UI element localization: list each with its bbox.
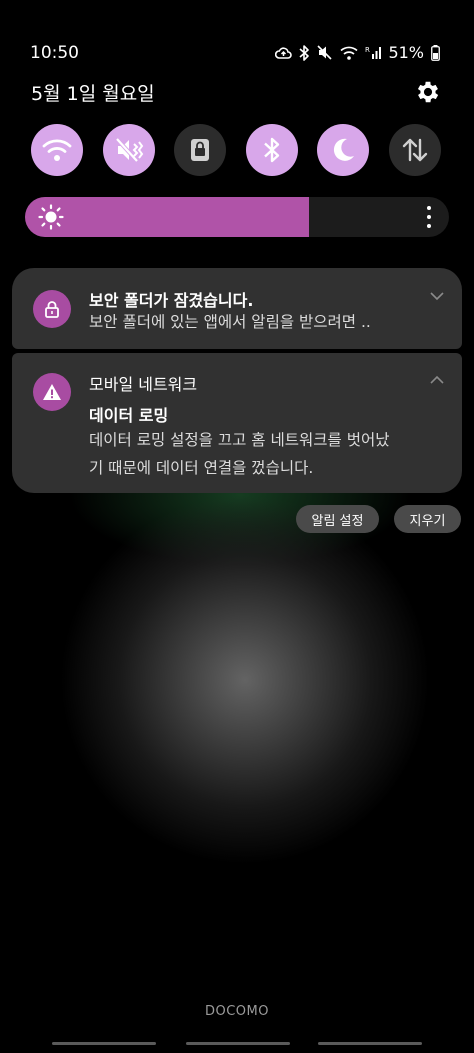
data-arrows-icon — [402, 138, 428, 162]
mute-icon — [317, 45, 333, 60]
wifi-icon — [42, 139, 72, 161]
carrier-label: DOCOMO — [204, 1004, 269, 1019]
clock: 10:50 — [30, 43, 79, 63]
bluetooth-icon — [263, 137, 279, 163]
more-options-icon[interactable] — [426, 206, 432, 228]
notification-settings-button[interactable]: 알림 설정 — [296, 505, 379, 533]
notification-text-line1: 데이터 로밍 설정을 끄고 홈 네트워크를 벗어났 — [89, 431, 390, 449]
svg-text:R: R — [365, 46, 370, 54]
battery-percent: 51% — [388, 43, 424, 62]
qs-secure-folder-button[interactable] — [174, 124, 227, 176]
bluetooth-icon — [299, 44, 310, 61]
notification-mobile-network[interactable]: 모바일 네트워크 데이터 로밍 데이터 로밍 설정을 끄고 홈 네트워크를 벗어… — [12, 353, 462, 493]
secure-folder-app-icon — [33, 290, 71, 328]
moon-icon — [334, 138, 355, 161]
battery-icon — [431, 44, 440, 61]
nav-bar-right — [318, 1042, 422, 1045]
mute-vibrate-icon — [115, 137, 143, 163]
nav-bar-left — [52, 1042, 156, 1045]
cloud-upload-icon — [275, 46, 293, 59]
chevron-up-icon[interactable] — [430, 375, 444, 385]
notification-secure-folder[interactable]: 보안 폴더가 잠겼습니다. 보안 폴더에 있는 앱에서 알림을 받으려면 .. — [12, 268, 462, 349]
notification-text: 보안 폴더에 있는 앱에서 알림을 받으려면 .. — [89, 313, 371, 331]
chevron-down-icon[interactable] — [430, 291, 444, 301]
roaming-signal-icon: R — [365, 46, 382, 59]
nav-bar-center — [186, 1042, 290, 1045]
status-icons: R 51% — [275, 43, 440, 62]
lock-icon — [191, 139, 210, 161]
brightness-fill — [25, 197, 310, 237]
notification-app-name: 모바일 네트워크 — [89, 375, 198, 394]
status-bar: 10:50 R 51% — [0, 0, 474, 63]
date-label: 5월 1일 월요일 — [31, 83, 155, 105]
wifi-icon — [340, 46, 359, 60]
quick-settings-row — [31, 124, 441, 176]
qs-bluetooth-button[interactable] — [245, 124, 298, 176]
qs-wifi-button[interactable] — [31, 124, 83, 176]
lock-icon — [45, 301, 59, 318]
gear-icon[interactable] — [414, 78, 442, 106]
qs-dark-mode-button[interactable] — [317, 124, 370, 176]
qs-mute-button[interactable] — [102, 124, 155, 176]
sun-icon — [38, 204, 64, 230]
qs-mobile-data-button[interactable] — [388, 124, 441, 176]
notification-title: 데이터 로밍 — [89, 406, 169, 425]
mobile-network-app-icon — [33, 373, 71, 411]
brightness-slider[interactable] — [25, 197, 449, 237]
clear-button[interactable]: 지우기 — [394, 505, 461, 533]
notification-text-line2: 기 때문에 데이터 연결을 껐습니다. — [89, 459, 314, 477]
warning-icon — [43, 384, 61, 400]
